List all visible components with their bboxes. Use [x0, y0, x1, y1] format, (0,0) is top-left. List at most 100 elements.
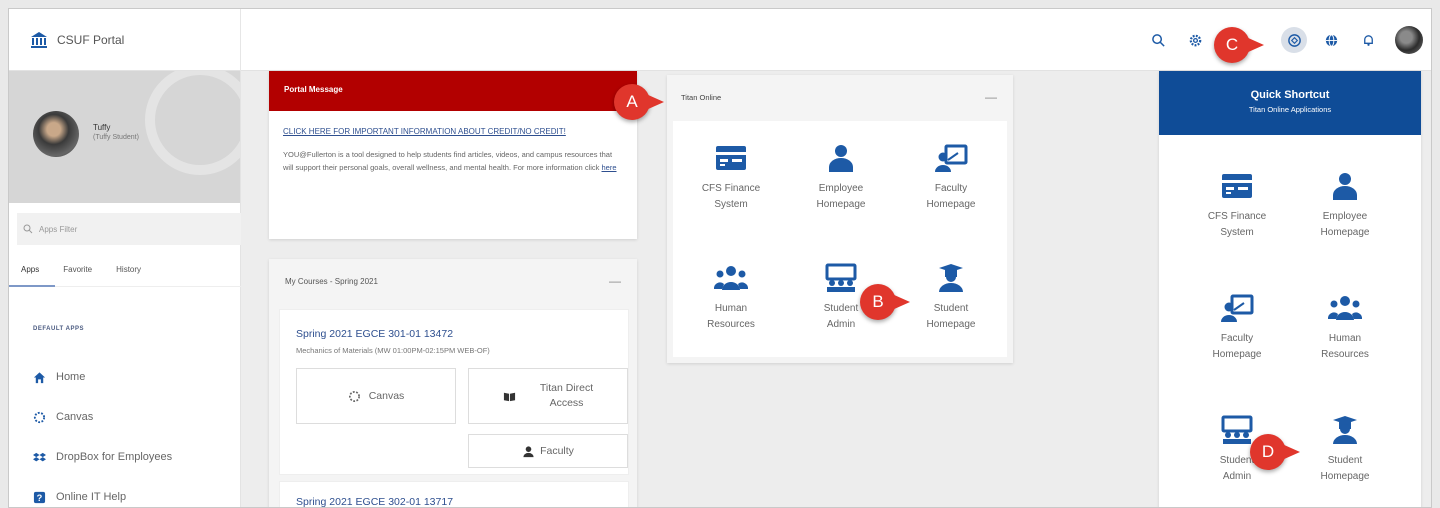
- app-label: Employee: [1322, 211, 1368, 222]
- faculty-button[interactable]: Faculty: [468, 434, 628, 468]
- faculty-button-label: Faculty: [540, 445, 574, 457]
- app-student-homepage[interactable]: Student Homepage: [901, 263, 1001, 333]
- titan-direct-access-line1: Titan Direct: [539, 382, 594, 394]
- profile-panel: Tuffy (Tuffy Student): [9, 71, 240, 203]
- left-sidebar: Tuffy (Tuffy Student) Apps Filter Apps F…: [9, 71, 241, 507]
- app-label: Homepage: [816, 199, 866, 210]
- titan-online-title: Titan Online: [681, 92, 722, 102]
- brand-name: CSUF Portal: [57, 33, 125, 47]
- group-icon: [714, 266, 748, 290]
- shortcut-employee-homepage[interactable]: Employee Homepage: [1295, 171, 1395, 241]
- more-info-link[interactable]: here: [602, 163, 617, 172]
- app-label: Student: [1327, 455, 1363, 466]
- app-cfs-finance[interactable]: CFS Finance System: [681, 143, 781, 213]
- collapse-icon[interactable]: —: [609, 274, 621, 288]
- tab-history[interactable]: History: [104, 257, 153, 286]
- sidebar-item-label: Online IT Help: [56, 491, 127, 503]
- shortcut-student-homepage[interactable]: Student Homepage: [1295, 415, 1395, 485]
- course-title[interactable]: Spring 2021 EGCE 301-01 13472: [296, 328, 453, 340]
- my-courses-card: My Courses - Spring 2021 — Spring 2021 E…: [269, 259, 637, 507]
- callout-marker-b: B: [860, 284, 910, 320]
- app-label: Faculty: [1220, 333, 1254, 344]
- credit-info-link[interactable]: CLICK HERE FOR IMPORTANT INFORMATION ABO…: [283, 125, 623, 138]
- app-label: CFS Finance: [1207, 211, 1267, 222]
- app-label: Faculty: [934, 183, 968, 194]
- faculty-icon: [935, 144, 968, 172]
- finance-icon: [1222, 174, 1252, 198]
- group-icon: [1328, 296, 1362, 320]
- app-label: Employee: [818, 183, 864, 194]
- app-label: System: [714, 199, 748, 210]
- portal-message-title: Portal Message: [269, 71, 637, 111]
- shortcut-human-resources[interactable]: Human Resources: [1295, 293, 1395, 363]
- sidebar-item-label: Canvas: [56, 411, 94, 423]
- titan-online-apps: CFS Finance System Employee Homepage Fac…: [673, 121, 1007, 357]
- callout-marker-a: A: [614, 84, 664, 120]
- tab-apps[interactable]: Apps: [9, 257, 56, 287]
- apps-filter-input[interactable]: Apps Filter: [17, 213, 241, 245]
- sidebar-item-home[interactable]: Home: [33, 357, 172, 397]
- person-icon: [829, 145, 853, 172]
- canvas-icon: [33, 411, 46, 423]
- app-faculty-homepage[interactable]: Faculty Homepage: [901, 143, 1001, 213]
- sidebar-item-label: Home: [56, 371, 86, 383]
- sidebar-item-canvas[interactable]: Canvas: [33, 397, 172, 437]
- settings-icon[interactable]: [1182, 27, 1208, 53]
- titan-online-card: Titan Online — CFS Finance System Employ…: [667, 75, 1013, 363]
- university-icon: [31, 32, 47, 48]
- sidebar-item-dropbox[interactable]: DropBox for Employees: [33, 437, 172, 477]
- app-label: Resources: [1321, 349, 1369, 360]
- app-label: CFS Finance: [701, 183, 761, 194]
- tab-favorite[interactable]: Favorite: [51, 257, 104, 286]
- course-card: Spring 2021 EGCE 301-01 13472 Mechanics …: [279, 309, 629, 475]
- graduate-icon: [1333, 416, 1357, 444]
- brand[interactable]: CSUF Portal: [9, 9, 241, 71]
- app-label: Admin: [1222, 471, 1252, 482]
- profile-role: (Tuffy Student): [93, 134, 139, 141]
- search-icon: [23, 224, 33, 234]
- shortcut-cfs-finance[interactable]: CFS Finance System: [1187, 171, 1287, 241]
- titan-direct-access-button[interactable]: Titan Direct Access: [468, 368, 628, 424]
- app-label: Homepage: [1320, 227, 1370, 238]
- quick-shortcut-title: Quick Shortcut: [1250, 89, 1330, 101]
- my-courses-title: My Courses - Spring 2021: [285, 276, 378, 286]
- course-subtitle: Mechanics of Materials (MW 01:00PM-02:15…: [296, 346, 490, 355]
- profile-avatar[interactable]: [33, 111, 79, 157]
- app-label: Homepage: [926, 319, 976, 330]
- titan-direct-access-label: Titan Direct Access: [540, 381, 593, 411]
- person-icon: [523, 445, 534, 457]
- graduate-icon: [939, 264, 963, 292]
- sidebar-item-it-help[interactable]: ? Online IT Help: [33, 477, 172, 507]
- portal-message-card: Portal Message CLICK HERE FOR IMPORTANT …: [269, 71, 637, 239]
- shortcut-faculty-homepage[interactable]: Faculty Homepage: [1187, 293, 1287, 363]
- person-icon: [1333, 173, 1357, 200]
- callout-marker-d: D: [1250, 434, 1300, 470]
- globe-icon[interactable]: [1318, 27, 1344, 53]
- app-label: System: [1220, 227, 1254, 238]
- app-label: Homepage: [1212, 349, 1262, 360]
- search-icon[interactable]: [1145, 27, 1171, 53]
- canvas-button[interactable]: Canvas: [296, 368, 456, 424]
- my-courses-header: My Courses - Spring 2021 —: [269, 259, 637, 303]
- app-employee-homepage[interactable]: Employee Homepage: [791, 143, 891, 213]
- profile-name: Tuffy: [93, 123, 111, 132]
- apps-tabs: Apps Favorite History: [9, 257, 241, 287]
- portal-message-text: YOU@Fullerton is a tool designed to help…: [283, 150, 613, 172]
- collapse-icon[interactable]: —: [985, 90, 997, 104]
- course-card: Spring 2021 EGCE 302-01 13717: [279, 481, 629, 507]
- apps-filter-placeholder: Apps Filter: [39, 224, 78, 234]
- decorative-ring: [145, 71, 240, 175]
- app-label: Homepage: [926, 199, 976, 210]
- user-avatar[interactable]: [1395, 26, 1423, 54]
- dropbox-icon: [33, 452, 46, 461]
- app-human-resources[interactable]: Human Resources: [681, 263, 781, 333]
- bell-icon[interactable]: [1355, 27, 1381, 53]
- titan-direct-access-line2: Access: [549, 397, 584, 409]
- quick-shortcut-panel: Quick Shortcut Titan Online Applications…: [1159, 71, 1421, 507]
- shortcut-icon[interactable]: [1281, 27, 1307, 53]
- default-apps-list: Home Canvas DropBox for Employees ? Onli…: [33, 357, 172, 507]
- student-admin-icon: [825, 263, 857, 292]
- portal-message-body: YOU@Fullerton is a tool designed to help…: [283, 148, 623, 174]
- callout-marker-c: C: [1214, 27, 1264, 63]
- course-title[interactable]: Spring 2021 EGCE 302-01 13717: [296, 496, 453, 507]
